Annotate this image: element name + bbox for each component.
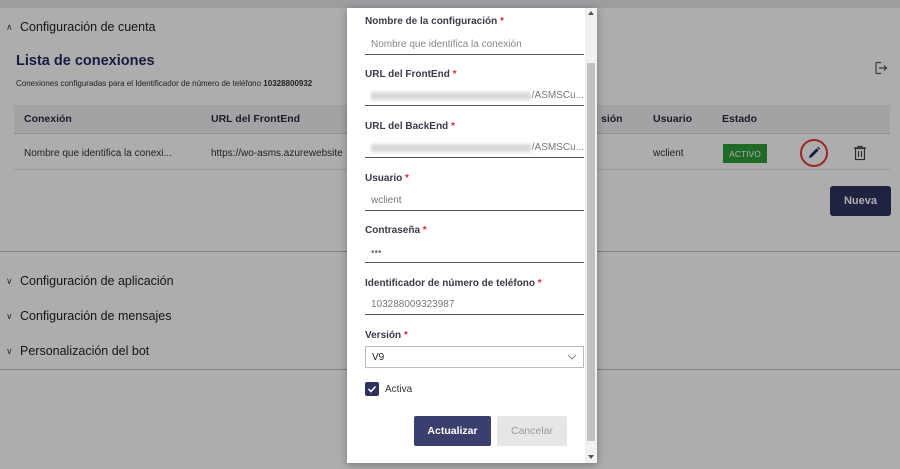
redacted-text xyxy=(371,91,531,100)
password-label-text: Contraseña xyxy=(365,225,421,236)
backend-label: URL del BackEnd * xyxy=(365,121,455,132)
frontend-url-suffix: /ASMSCu... xyxy=(531,90,584,101)
version-label: Versión * xyxy=(365,330,408,341)
active-checkbox[interactable] xyxy=(365,382,379,396)
cancel-button[interactable]: Cancelar xyxy=(497,416,567,446)
scrollbar-thumb[interactable] xyxy=(587,63,595,441)
phone-label: Identificador de número de teléfono * xyxy=(365,278,542,289)
user-label-text: Usuario xyxy=(365,173,403,184)
frontend-url-input[interactable]: /ASMSCu... xyxy=(365,86,584,106)
update-button[interactable]: Actualizar xyxy=(414,416,491,446)
required-mark: * xyxy=(450,121,455,132)
version-select[interactable]: V9 xyxy=(365,346,584,368)
scroll-up-icon[interactable] xyxy=(588,11,594,15)
chevron-down-icon xyxy=(567,354,577,360)
modal-scrollbar[interactable] xyxy=(585,8,597,463)
frontend-label: URL del FrontEnd * xyxy=(365,69,457,80)
password-input[interactable]: ••• xyxy=(365,243,584,263)
required-mark: * xyxy=(403,330,408,341)
checkmark-icon xyxy=(367,385,377,393)
user-label: Usuario * xyxy=(365,173,409,184)
backend-label-text: URL del BackEnd xyxy=(365,121,449,132)
password-label: Contraseña * xyxy=(365,225,427,236)
phone-label-text: Identificador de número de teléfono xyxy=(365,278,536,289)
required-mark: * xyxy=(537,278,542,289)
frontend-label-text: URL del FrontEnd xyxy=(365,69,450,80)
version-selected-value: V9 xyxy=(372,351,385,363)
name-label: Nombre de la configuración * xyxy=(365,16,504,27)
required-mark: * xyxy=(422,225,427,236)
backend-url-suffix: /ASMSCu... xyxy=(531,142,584,153)
scroll-down-icon[interactable] xyxy=(588,455,594,459)
redacted-text xyxy=(371,143,531,152)
active-label: Activa xyxy=(385,384,413,395)
required-mark: * xyxy=(405,173,409,184)
edit-connection-modal: Nombre de la configuración * URL del Fro… xyxy=(347,8,597,463)
user-input[interactable]: wclient xyxy=(365,191,584,211)
name-input[interactable] xyxy=(365,35,584,55)
required-mark: * xyxy=(452,69,457,80)
version-label-text: Versión xyxy=(365,330,402,341)
required-mark: * xyxy=(500,16,504,27)
phone-id-input[interactable]: 103288009323987 xyxy=(365,295,584,315)
name-label-text: Nombre de la configuración xyxy=(365,16,498,27)
backend-url-input[interactable]: /ASMSCu... xyxy=(365,138,584,158)
